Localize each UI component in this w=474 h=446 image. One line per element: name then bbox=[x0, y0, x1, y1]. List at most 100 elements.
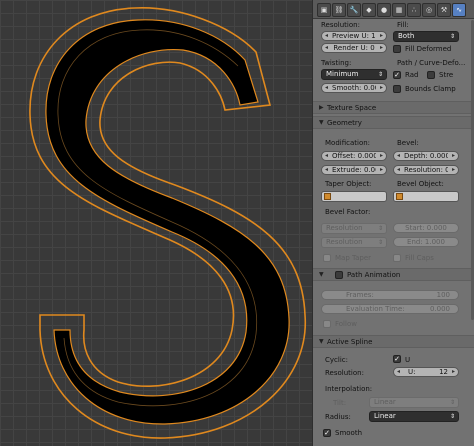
radius-label: Rad bbox=[405, 71, 419, 79]
geometry-panel-header[interactable]: ▼ Geometry bbox=[313, 116, 474, 129]
fill-deformed-checkbox[interactable] bbox=[393, 45, 401, 53]
dropdown-arrow-icon: ⇕ bbox=[377, 239, 383, 246]
bevel-label: Bevel: bbox=[397, 139, 419, 147]
modifier-icon[interactable]: 🔧 bbox=[347, 3, 361, 17]
increment-icon[interactable]: ▸ bbox=[380, 32, 383, 40]
bevel-start-field[interactable]: Start: 0.000 bbox=[393, 223, 459, 233]
map-taper-label: Map Taper bbox=[335, 254, 372, 262]
collapse-arrow-icon: ▼ bbox=[319, 271, 324, 278]
render-u-field[interactable]: ◂ Render U: 0 ▸ bbox=[321, 43, 387, 53]
fill-dropdown[interactable]: Both ⇕ bbox=[393, 31, 459, 42]
modification-label: Modification: bbox=[325, 139, 371, 147]
wrench-icon[interactable]: ⚒ bbox=[437, 3, 451, 17]
decrement-icon[interactable]: ◂ bbox=[325, 166, 328, 174]
increment-icon[interactable]: ▸ bbox=[380, 44, 383, 52]
smooth-checkbox[interactable]: ✓ bbox=[323, 429, 331, 437]
bounds-clamp-label: Bounds Clamp bbox=[405, 85, 456, 93]
decrement-icon[interactable]: ◂ bbox=[397, 166, 400, 174]
offset-field[interactable]: ◂ Offset: 0.000 ▸ bbox=[321, 151, 387, 161]
preview-u-field[interactable]: ◂ Preview U: 12 ▸ bbox=[321, 31, 387, 41]
object-data-icon bbox=[396, 193, 403, 200]
increment-icon[interactable]: ▸ bbox=[380, 84, 383, 92]
resolution-label: Resolution: bbox=[321, 21, 360, 29]
increment-icon[interactable]: ▸ bbox=[380, 152, 383, 160]
fill-deformed-label: Fill Deformed bbox=[405, 45, 452, 53]
radius-interpolation-label: Radius: bbox=[325, 413, 351, 421]
smooth-field[interactable]: ◂ Smooth: 0.000 ▸ bbox=[321, 83, 387, 93]
fill-caps-checkbox[interactable] bbox=[393, 254, 401, 262]
radius-checkbox[interactable]: ✓ bbox=[393, 71, 401, 79]
dropdown-arrow-icon: ⇕ bbox=[449, 399, 455, 406]
extrude-field[interactable]: ◂ Extrude: 0.000 ▸ bbox=[321, 165, 387, 175]
twisting-label: Twisting: bbox=[321, 59, 352, 67]
path-animation-panel-header[interactable]: ▼ Path Animation bbox=[313, 268, 474, 281]
twisting-dropdown[interactable]: Minimum ⇕ bbox=[321, 69, 387, 80]
increment-icon[interactable]: ▸ bbox=[380, 166, 383, 174]
path-animation-checkbox[interactable] bbox=[335, 271, 343, 279]
increment-icon[interactable]: ▸ bbox=[452, 368, 455, 376]
physics-icon[interactable]: ◎ bbox=[422, 3, 436, 17]
tilt-interpolation-dropdown[interactable]: Linear ⇕ bbox=[369, 397, 459, 408]
curve-data-icon[interactable]: ∿ bbox=[452, 3, 466, 17]
bevel-object-field[interactable] bbox=[393, 191, 459, 202]
decrement-icon[interactable]: ◂ bbox=[325, 32, 328, 40]
smooth-label: Smooth bbox=[335, 429, 363, 437]
decrement-icon[interactable]: ◂ bbox=[325, 44, 328, 52]
evaluation-time-field[interactable]: Evaluation Time: 0.000 bbox=[321, 304, 459, 314]
decrement-icon[interactable]: ◂ bbox=[325, 84, 328, 92]
object-data-icon bbox=[324, 193, 331, 200]
bevel-object-label: Bevel Object: bbox=[397, 180, 444, 188]
increment-icon[interactable]: ▸ bbox=[452, 152, 455, 160]
dropdown-arrow-icon: ⇕ bbox=[449, 413, 455, 420]
resolution-u-field[interactable]: ◂ U: 12 ▸ bbox=[393, 367, 459, 377]
taper-object-field[interactable] bbox=[321, 191, 387, 202]
dropdown-arrow-icon: ⇕ bbox=[377, 225, 383, 232]
stretch-checkbox[interactable] bbox=[427, 71, 435, 79]
decrement-icon[interactable]: ◂ bbox=[397, 368, 400, 376]
fill-caps-label: Fill Caps bbox=[405, 254, 434, 262]
collapse-arrow-icon: ▼ bbox=[319, 119, 324, 126]
depth-field[interactable]: ◂ Depth: 0.000 ▸ bbox=[393, 151, 459, 161]
interpolation-label: Interpolation: bbox=[325, 385, 373, 393]
bounds-clamp-checkbox[interactable] bbox=[393, 85, 401, 93]
radius-interpolation-dropdown[interactable]: Linear ⇕ bbox=[369, 411, 459, 422]
cyclic-u-checkbox[interactable]: ✓ bbox=[393, 355, 401, 363]
bevel-factor-mapping-end-dropdown[interactable]: Resolution ⇕ bbox=[321, 237, 387, 248]
3d-viewport[interactable] bbox=[0, 0, 312, 446]
map-taper-checkbox[interactable] bbox=[323, 254, 331, 262]
spline-resolution-label: Resolution: bbox=[325, 369, 364, 377]
decrement-icon[interactable]: ◂ bbox=[325, 152, 328, 160]
properties-header: ▣ ⛓ 🔧 ◆ ● ▦ ∴ ◎ ⚒ ∿ bbox=[313, 0, 474, 19]
text-curve-s[interactable] bbox=[0, 0, 312, 446]
expand-arrow-icon: ▶ bbox=[319, 104, 324, 111]
texture-icon[interactable]: ▦ bbox=[392, 3, 406, 17]
path-curve-deform-label: Path / Curve-Defo... bbox=[397, 59, 466, 67]
blender-window: ▣ ⛓ 🔧 ◆ ● ▦ ∴ ◎ ⚒ ∿ Resolution: Fill: ◂ … bbox=[0, 0, 474, 446]
data-icon[interactable]: ◆ bbox=[362, 3, 376, 17]
increment-icon[interactable]: ▸ bbox=[452, 166, 455, 174]
follow-checkbox[interactable] bbox=[323, 320, 331, 328]
bevel-resolution-field[interactable]: ◂ Resolution: 0 ▸ bbox=[393, 165, 459, 175]
collapse-arrow-icon: ▼ bbox=[319, 338, 324, 345]
object-icon[interactable]: ▣ bbox=[317, 3, 331, 17]
follow-label: Follow bbox=[335, 320, 357, 328]
taper-object-label: Taper Object: bbox=[325, 180, 372, 188]
texture-space-panel-header[interactable]: ▶ Texture Space bbox=[313, 101, 474, 114]
active-spline-panel-header[interactable]: ▼ Active Spline bbox=[313, 335, 474, 348]
bevel-factor-mapping-start-dropdown[interactable]: Resolution ⇕ bbox=[321, 223, 387, 234]
constraint-icon[interactable]: ⛓ bbox=[332, 3, 346, 17]
decrement-icon[interactable]: ◂ bbox=[397, 152, 400, 160]
cyclic-label: Cyclic: bbox=[325, 356, 348, 364]
frames-field[interactable]: Frames: 100 bbox=[321, 290, 459, 300]
dropdown-arrow-icon: ⇕ bbox=[449, 33, 455, 40]
properties-panel: ▣ ⛓ 🔧 ◆ ● ▦ ∴ ◎ ⚒ ∿ Resolution: Fill: ◂ … bbox=[312, 0, 474, 446]
dropdown-arrow-icon: ⇕ bbox=[377, 71, 383, 78]
bevel-factor-label: Bevel Factor: bbox=[325, 208, 371, 216]
material-icon[interactable]: ● bbox=[377, 3, 391, 17]
tilt-label: Tilt: bbox=[333, 399, 347, 407]
bevel-end-field[interactable]: End: 1.000 bbox=[393, 237, 459, 247]
cyclic-u-label: U bbox=[405, 356, 411, 364]
particles-icon[interactable]: ∴ bbox=[407, 3, 421, 17]
stretch-label: Stre bbox=[439, 71, 454, 79]
fill-label: Fill: bbox=[397, 21, 409, 29]
